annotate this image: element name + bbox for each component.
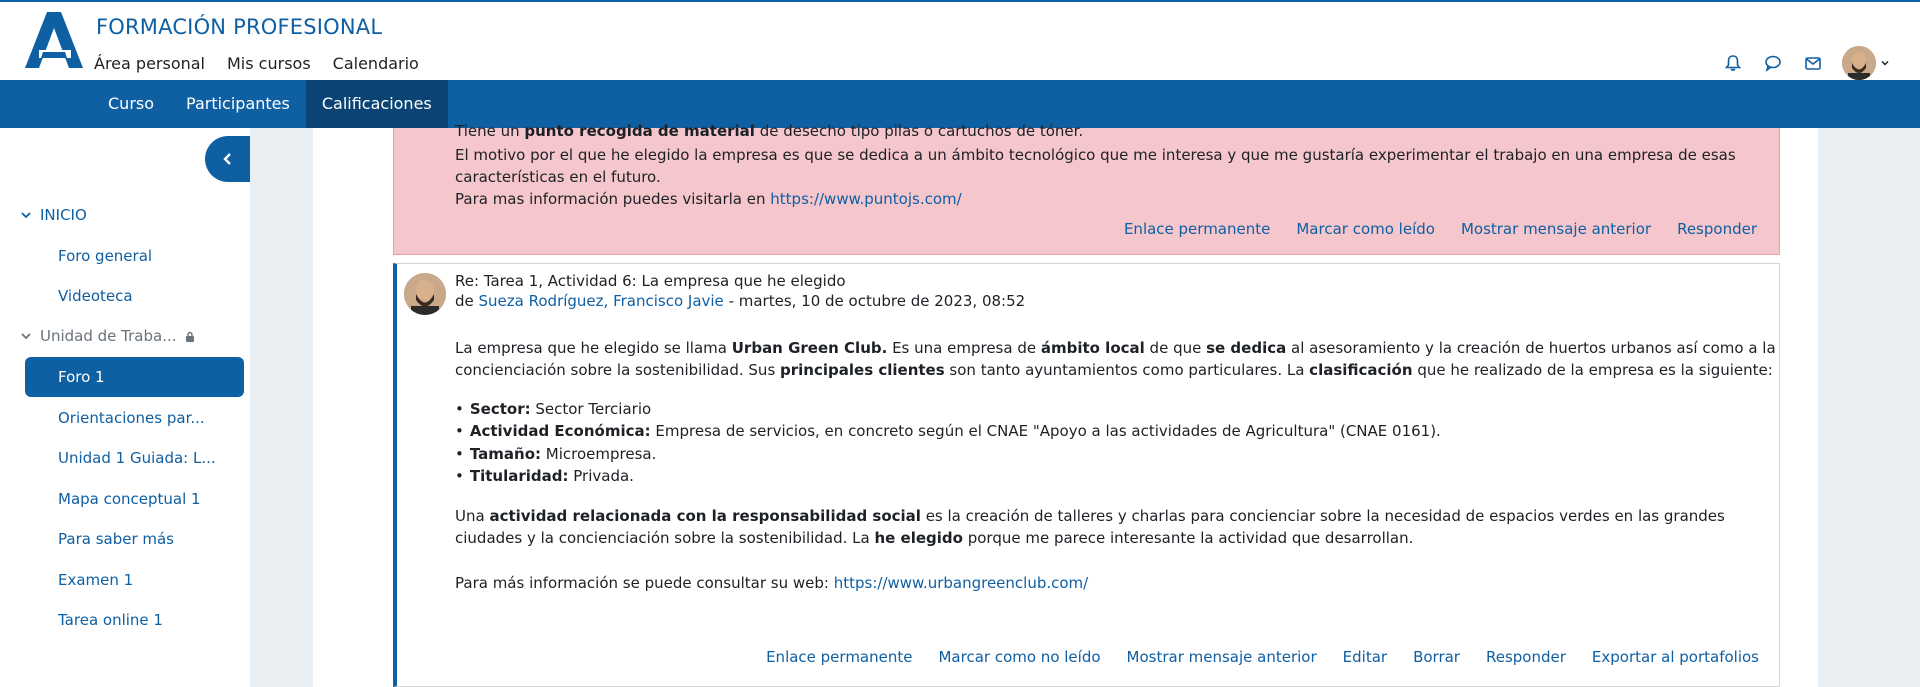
post-subject: Re: Tarea 1, Actividad 6: La empresa que… [455, 272, 846, 290]
puntojs-link[interactable]: https://www.puntojs.com/ [770, 190, 961, 208]
post-line: características en el futuro. [455, 168, 661, 186]
list-item: Tamaño: Microempresa. [455, 445, 657, 463]
sidebar-item-unidad-guiada[interactable]: Unidad 1 Guiada: L... [58, 449, 216, 467]
close-drawer-button[interactable] [205, 136, 250, 182]
course-index-sidebar: INICIO Foro general Videoteca Unidad de … [0, 128, 250, 687]
post-paragraph: ciudades y la concienciación sobre la so… [455, 529, 1414, 547]
permalink-link[interactable]: Enlace permanente [766, 648, 912, 666]
section-inicio[interactable]: INICIO [20, 206, 87, 224]
bell-icon[interactable] [1722, 52, 1744, 74]
post-paragraph: Una actividad relacionada con la respons… [455, 507, 1725, 525]
lock-icon [185, 331, 194, 342]
site-title[interactable]: FORMACIÓN PROFESIONAL [96, 15, 382, 39]
reply-link[interactable]: Responder [1486, 648, 1566, 666]
author-link[interactable]: Sueza Rodríguez, Francisco Javie [479, 292, 724, 310]
sidebar-item-foro-1[interactable]: Foro 1 [25, 357, 244, 397]
post-paragraph: concienciación sobre la sostenibilidad. … [455, 361, 1773, 379]
top-navigation: Área personal Mis cursos Calendario [94, 54, 419, 73]
nav-area-personal[interactable]: Área personal [94, 54, 205, 73]
author-avatar[interactable] [404, 273, 446, 315]
user-avatar [1842, 46, 1876, 80]
mark-unread-link[interactable]: Marcar como no leído [938, 648, 1100, 666]
sidebar-item-examen[interactable]: Examen 1 [58, 571, 133, 589]
mark-read-link[interactable]: Marcar como leído [1296, 220, 1435, 238]
andalucia-logo-icon[interactable] [25, 12, 85, 68]
reply-commands: Enlace permanente Marcar como no leído M… [766, 648, 1759, 666]
tab-curso[interactable]: Curso [92, 80, 170, 128]
post-line: Tiene un punto recogida de material de d… [455, 122, 1084, 140]
course-navigation: Curso Participantes Calificaciones [0, 80, 1920, 128]
list-item: Actividad Económica: Empresa de servicio… [455, 422, 1441, 440]
list-item: Sector: Sector Terciario [455, 400, 651, 418]
sidebar-item-mapa-conceptual[interactable]: Mapa conceptual 1 [58, 490, 201, 508]
section-inicio-label: INICIO [40, 206, 87, 224]
delete-link[interactable]: Borrar [1413, 648, 1460, 666]
chevron-down-icon [21, 333, 31, 340]
post-paragraph: La empresa que he elegido se llama Urban… [455, 339, 1776, 357]
nav-mis-cursos[interactable]: Mis cursos [227, 54, 311, 73]
envelope-icon[interactable] [1802, 52, 1824, 74]
export-portfolio-link[interactable]: Exportar al portafolios [1592, 648, 1759, 666]
sidebar-item-videoteca[interactable]: Videoteca [58, 287, 133, 305]
user-navigation [1722, 46, 1890, 80]
tab-participantes[interactable]: Participantes [170, 80, 306, 128]
chevron-down-icon [21, 212, 31, 219]
section-unidad-label: Unidad de Traba... [40, 327, 177, 345]
chevron-left-icon [222, 153, 231, 165]
show-parent-link[interactable]: Mostrar mensaje anterior [1461, 220, 1651, 238]
reply-link[interactable]: Responder [1677, 220, 1757, 238]
post-line: El motivo por el que he elegido la empre… [455, 146, 1736, 164]
post-line: Para mas información puedes visitarla en… [455, 190, 962, 208]
chevron-down-icon [1881, 60, 1889, 66]
post-commands: Enlace permanente Marcar como leído Most… [1124, 220, 1757, 238]
sidebar-item-para-saber-mas[interactable]: Para saber más [58, 530, 174, 548]
sidebar-item-orientaciones[interactable]: Orientaciones par... [58, 409, 205, 427]
permalink-link[interactable]: Enlace permanente [1124, 220, 1270, 238]
list-item: Titularidad: Privada. [455, 467, 634, 485]
tab-calificaciones[interactable]: Calificaciones [305, 80, 448, 128]
post-paragraph: Para más información se puede consultar … [455, 574, 1089, 592]
nav-calendario[interactable]: Calendario [333, 54, 419, 73]
top-header: FORMACIÓN PROFESIONAL Área personal Mis … [0, 0, 1920, 80]
chat-bubble-icon[interactable] [1762, 52, 1784, 74]
sidebar-item-tarea-online[interactable]: Tarea online 1 [58, 611, 163, 629]
sidebar-item-foro-general[interactable]: Foro general [58, 247, 152, 265]
edit-link[interactable]: Editar [1343, 648, 1387, 666]
user-menu[interactable] [1842, 46, 1890, 80]
section-unidad[interactable]: Unidad de Traba... [20, 327, 195, 345]
urbangreenclub-link[interactable]: https://www.urbangreenclub.com/ [834, 574, 1088, 592]
post-byline: de Sueza Rodríguez, Francisco Javie - ma… [455, 292, 1026, 310]
show-parent-link[interactable]: Mostrar mensaje anterior [1127, 648, 1317, 666]
